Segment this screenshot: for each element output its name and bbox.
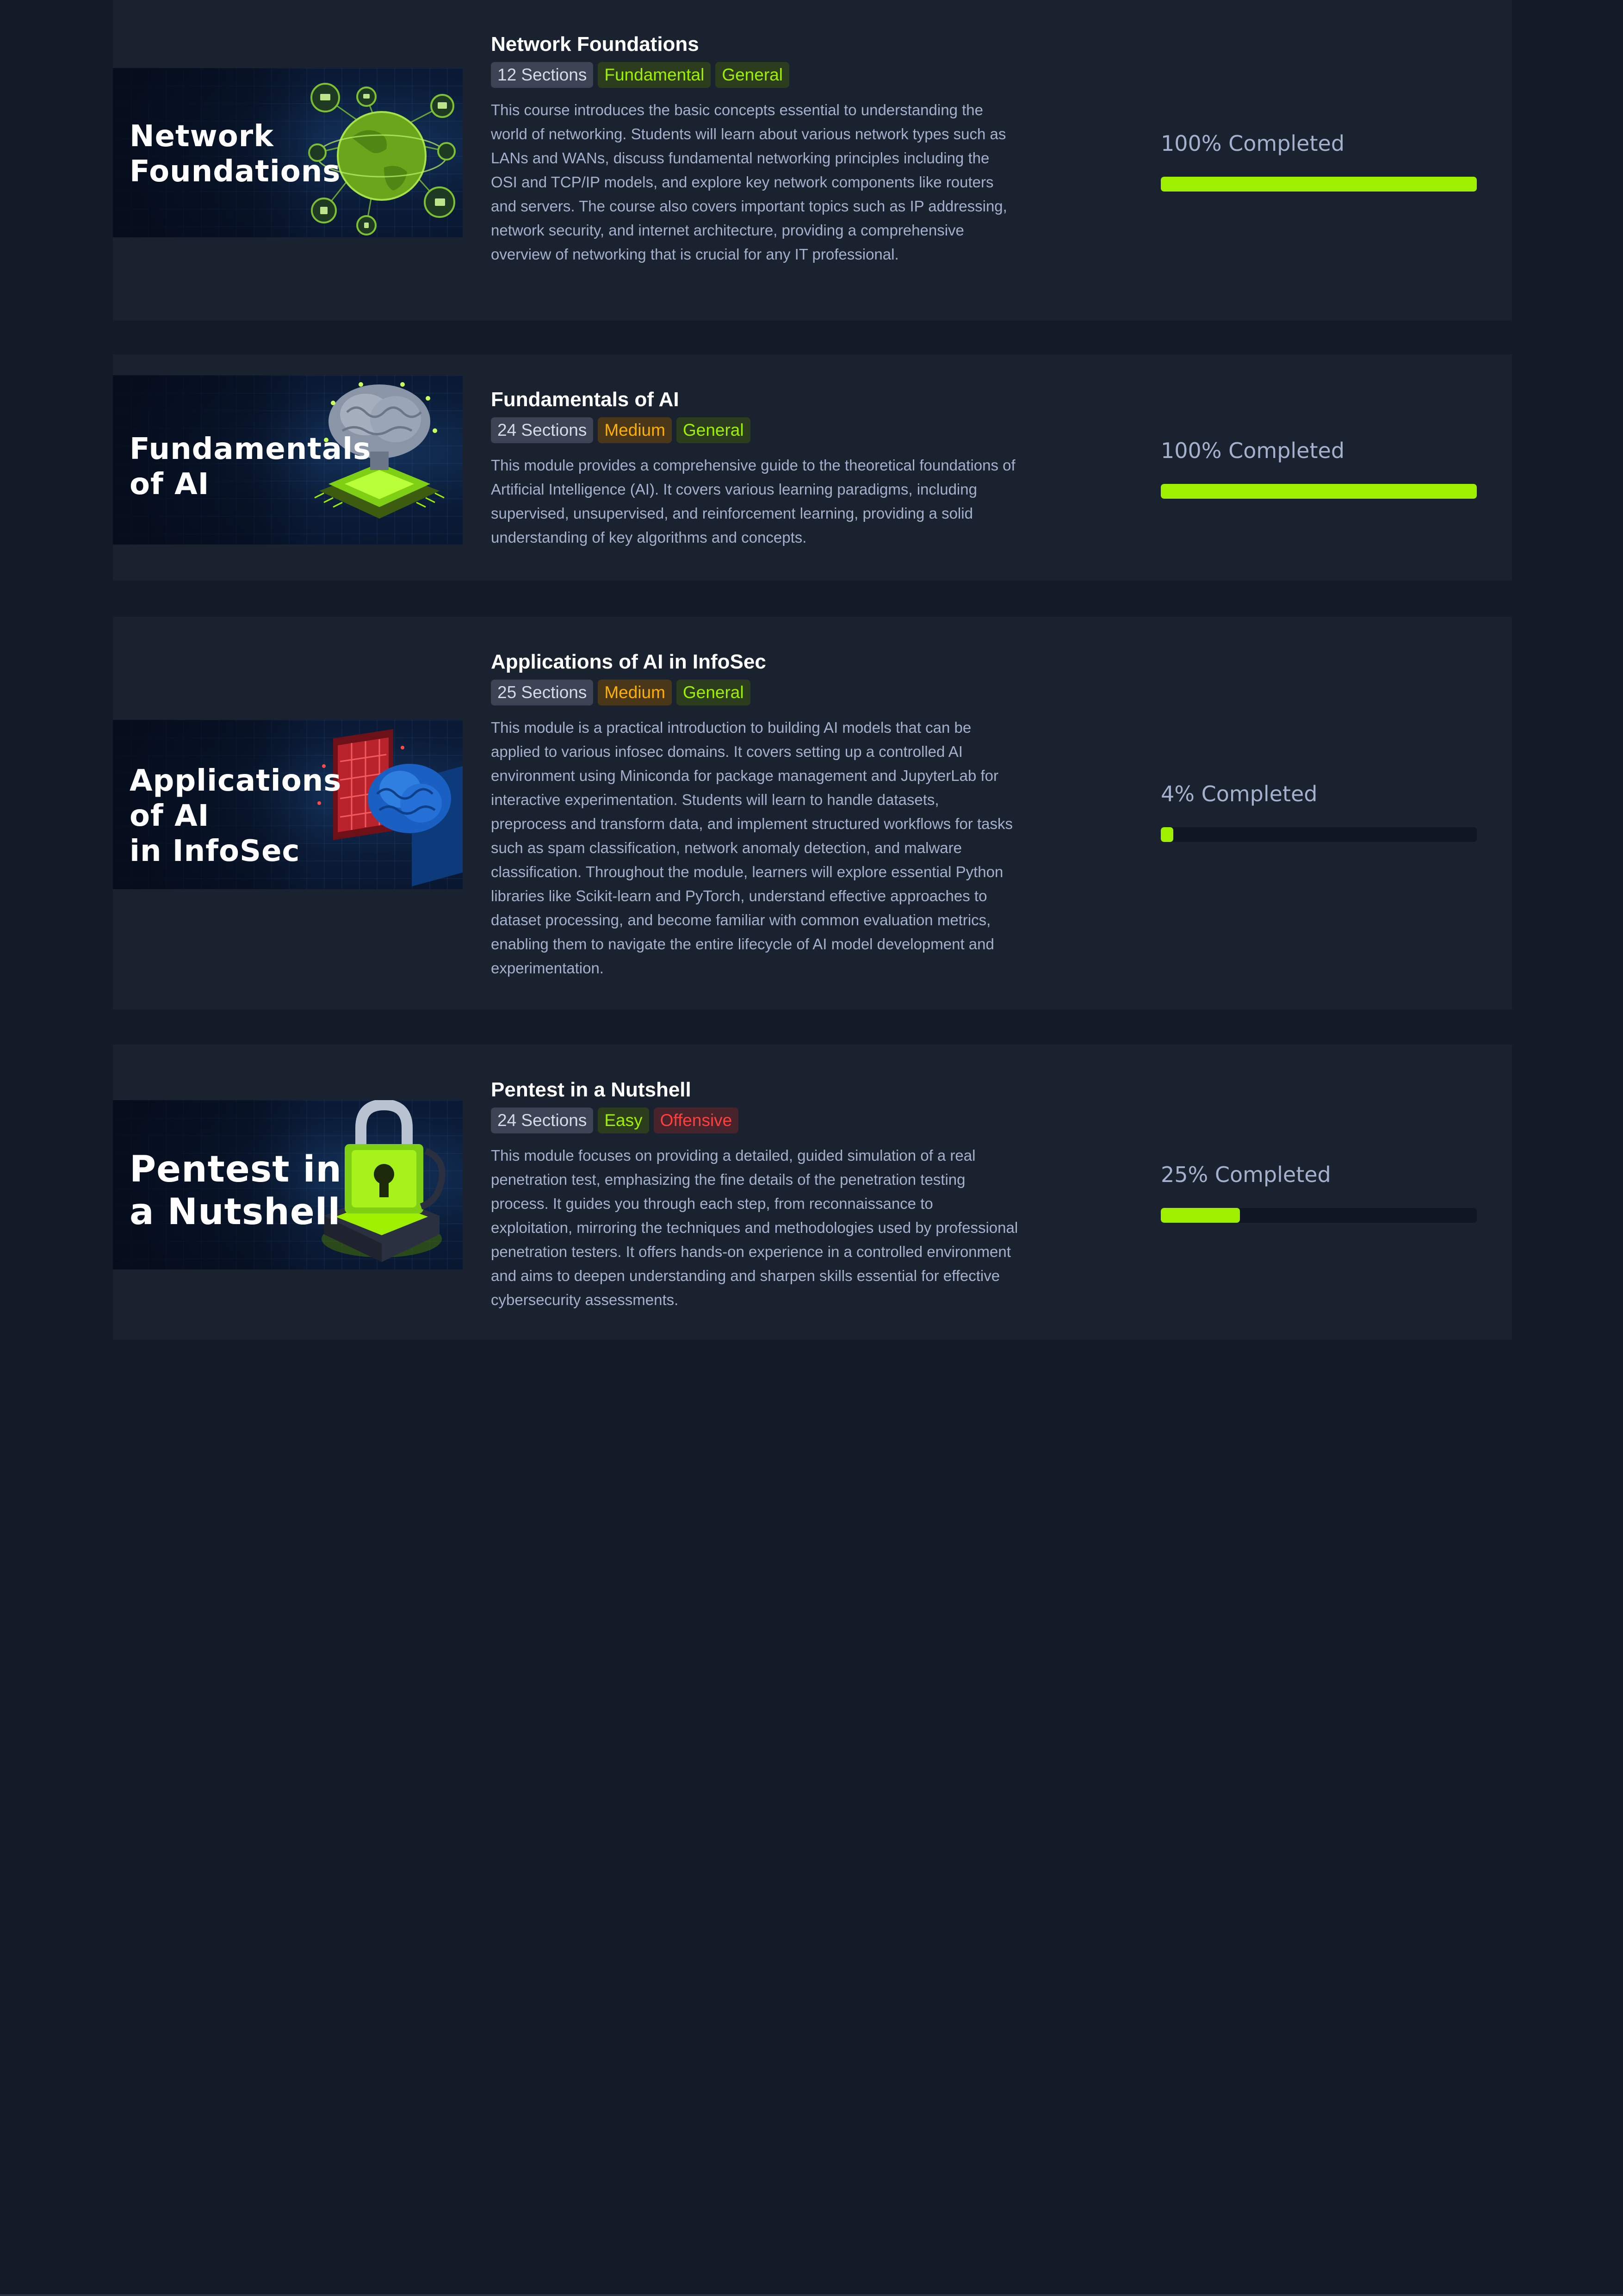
category-badge: General	[676, 417, 750, 443]
course-description: This module provides a comprehensive gui…	[491, 457, 1016, 546]
progress-bar	[1161, 1208, 1477, 1223]
progress-bar	[1161, 484, 1477, 499]
course-card[interactable]: Network Foundations Network Foundations …	[113, 0, 1512, 321]
course-card[interactable]: Applications of AI in InfoSec Applicatio…	[113, 617, 1512, 1009]
progress-fill	[1161, 827, 1174, 842]
course-card[interactable]: Fundamentals of AI Fundamentals of AI 24…	[113, 354, 1512, 581]
course-description: This module focuses on providing a detai…	[491, 1147, 1018, 1308]
page-bottom-divider	[0, 2294, 1623, 2296]
sections-count-badge: 12 Sections	[491, 62, 594, 88]
progress-fill	[1161, 484, 1477, 499]
course-thumbnail[interactable]: Pentest in a Nutshell	[113, 1100, 463, 1269]
progress-bar	[1161, 827, 1477, 842]
category-badge: General	[676, 680, 750, 706]
difficulty-badge: Fundamental	[598, 62, 711, 88]
progress-label: 4% Completed	[1161, 781, 1318, 806]
course-title[interactable]: Applications of AI in InfoSec	[491, 649, 1018, 675]
sections-count-badge: 25 Sections	[491, 680, 594, 706]
course-thumbnail[interactable]: Applications of AI in InfoSec	[113, 720, 463, 889]
progress-bar	[1161, 177, 1477, 192]
course-tags: 25 Sections Medium General	[491, 680, 1018, 706]
progress-label: 25% Completed	[1161, 1162, 1331, 1187]
difficulty-badge: Medium	[598, 417, 672, 443]
sections-count-badge: 24 Sections	[491, 417, 594, 443]
progress-fill	[1161, 1208, 1240, 1223]
difficulty-badge: Easy	[598, 1108, 649, 1133]
thumbnail-title: Network Foundations	[130, 119, 341, 189]
course-thumbnail[interactable]: Fundamentals of AI	[113, 375, 463, 545]
category-badge: General	[715, 62, 789, 88]
thumbnail-title: Applications of AI in InfoSec	[130, 764, 342, 868]
category-badge: Offensive	[653, 1108, 739, 1133]
course-tags: 24 Sections Medium General	[491, 417, 1018, 443]
progress-label: 100% Completed	[1161, 131, 1345, 156]
progress-fill	[1161, 177, 1477, 192]
course-card[interactable]: Pentest in a Nutshell Pentest in a Nutsh…	[113, 1045, 1512, 1340]
thumbnail-title: Pentest in a Nutshell	[130, 1149, 342, 1233]
course-title[interactable]: Network Foundations	[491, 31, 1018, 57]
course-description: This course introduces the basic concept…	[491, 101, 1007, 263]
course-tags: 24 Sections Easy Offensive	[491, 1108, 1018, 1133]
course-tags: 12 Sections Fundamental General	[491, 62, 1018, 88]
progress-label: 100% Completed	[1161, 438, 1345, 463]
course-title[interactable]: Pentest in a Nutshell	[491, 1077, 1018, 1103]
sections-count-badge: 24 Sections	[491, 1108, 594, 1133]
course-thumbnail[interactable]: Network Foundations	[113, 68, 463, 237]
difficulty-badge: Medium	[598, 680, 672, 706]
course-description: This module is a practical introduction …	[491, 719, 1013, 977]
thumbnail-title: Fundamentals of AI	[130, 432, 372, 501]
course-title[interactable]: Fundamentals of AI	[491, 387, 1018, 413]
